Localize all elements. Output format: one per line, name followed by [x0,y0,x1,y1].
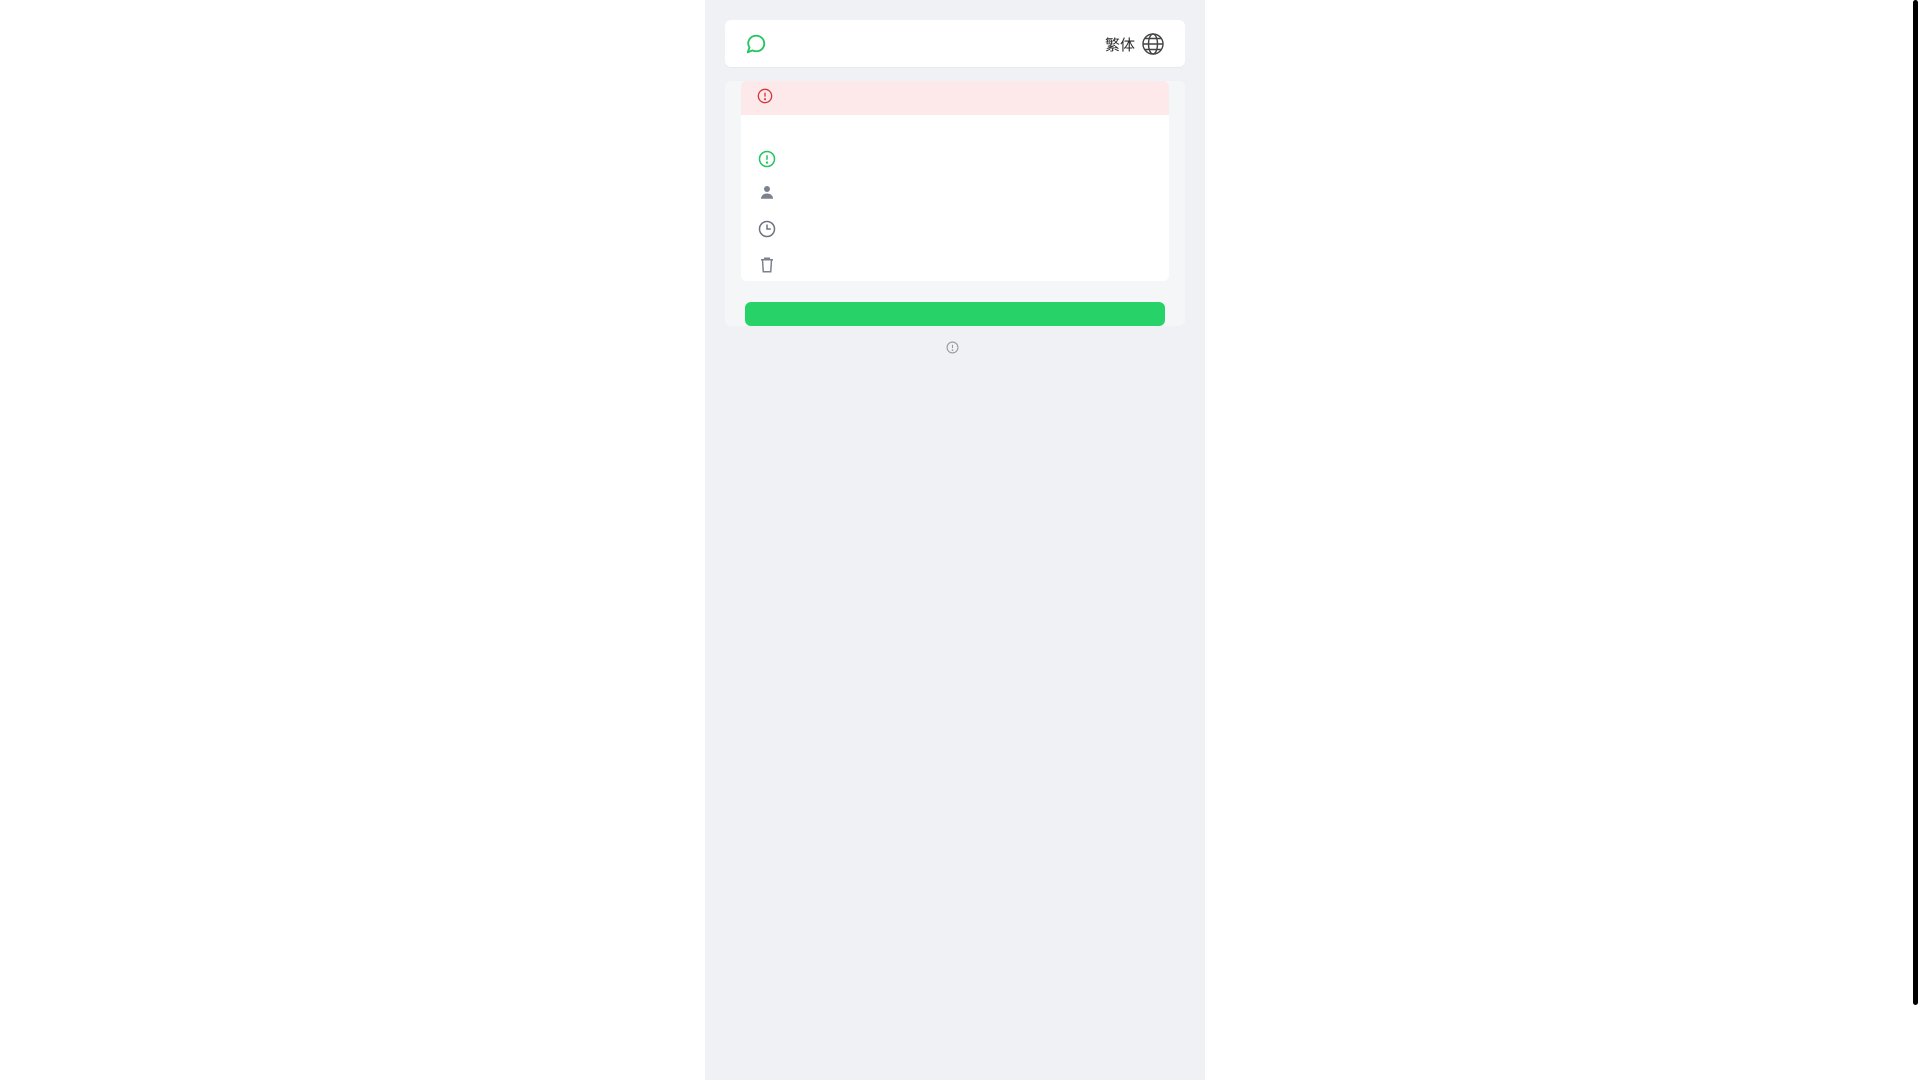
mobile-page: 繁体 [705,0,1205,1080]
delete-row [758,255,786,279]
status-row [758,149,786,173]
info-circle-icon [946,339,959,358]
trash-icon [758,256,776,278]
viewport: 繁体 [0,0,1920,1080]
user-icon [758,183,776,205]
language-switcher[interactable]: 繁体 [1105,32,1165,56]
info-card [741,81,1169,281]
alert-circle-icon [757,88,773,108]
content-panel [725,81,1185,326]
language-label[interactable]: 繁体 [1105,34,1135,55]
chat-bubble-icon[interactable] [745,33,767,55]
globe-icon[interactable] [1141,32,1165,56]
exclamation-circle-icon [758,150,776,172]
top-bar: 繁体 [725,20,1185,67]
user-row [758,182,786,206]
error-alert [741,81,1169,115]
vertical-scrollbar[interactable] [1913,0,1918,1005]
footnote [705,339,1205,358]
time-row [758,219,786,243]
primary-action-button[interactable] [745,302,1165,326]
clock-icon [758,220,776,242]
